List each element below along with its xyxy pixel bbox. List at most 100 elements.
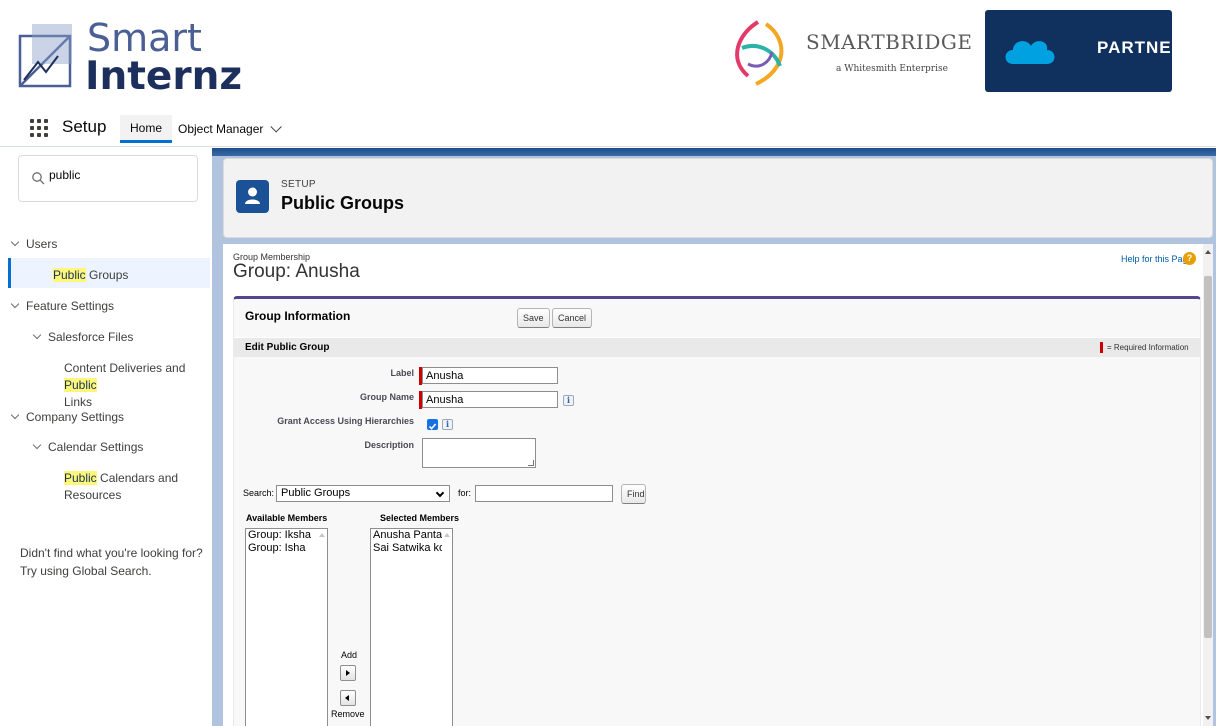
chevron-down-icon[interactable] bbox=[32, 330, 42, 340]
list-scrollbar[interactable] bbox=[442, 529, 452, 726]
chevron-down-icon[interactable] bbox=[10, 237, 20, 247]
member-type-selected: Public Groups bbox=[281, 487, 351, 499]
list-item[interactable]: Anusha Pantala bbox=[371, 529, 452, 542]
tree-item-content-deliveries[interactable]: Content Deliveries and Public Links bbox=[64, 360, 210, 411]
help-icon[interactable]: ? bbox=[1183, 252, 1196, 265]
hint-line: Try using Global Search. bbox=[20, 564, 152, 578]
tree-node-label: Calendar Settings bbox=[48, 440, 144, 454]
save-button[interactable]: Save bbox=[517, 308, 550, 328]
branding-header: Smart Internz SMARTBRIDGE a Whitesmith E… bbox=[0, 0, 1216, 108]
scroll-up-arrow-icon[interactable] bbox=[319, 533, 325, 537]
scroll-up-arrow-icon[interactable] bbox=[444, 533, 450, 537]
page-kicker: SETUP bbox=[281, 179, 316, 190]
group-name-input[interactable] bbox=[422, 391, 558, 408]
chevron-down-icon[interactable] bbox=[270, 121, 283, 133]
main-content: SETUP Public Groups Group Membership Gro… bbox=[212, 148, 1216, 726]
tree-node-company-settings[interactable]: Company Settings bbox=[10, 410, 125, 424]
tree-node-label: Feature Settings bbox=[26, 299, 115, 313]
member-type-select[interactable]: Public Groups bbox=[276, 485, 450, 502]
selected-members-heading: Selected Members bbox=[380, 513, 460, 523]
block-header: Group Information Save Cancel bbox=[234, 299, 1200, 333]
chevron-down-icon[interactable] bbox=[10, 410, 20, 420]
list-item[interactable]: Group: Isha bbox=[246, 542, 327, 555]
grant-access-caption: Grant Access Using Hierarchies bbox=[277, 416, 414, 426]
smartbridge-title: SMARTBRIDGE bbox=[806, 30, 973, 54]
tree-item-label: Content Deliveries and bbox=[64, 361, 186, 375]
global-search-hint: Didn't find what you're looking for? Try… bbox=[20, 544, 205, 580]
tab-object-manager-label: Object Manager bbox=[178, 122, 264, 136]
arrow-right-icon bbox=[346, 670, 350, 676]
for-label: for: bbox=[458, 488, 472, 498]
tab-home[interactable]: Home bbox=[120, 115, 172, 143]
scroll-down-arrow-icon[interactable] bbox=[1205, 716, 1211, 720]
search-highlight: Public bbox=[64, 378, 97, 392]
cloud-icon bbox=[1005, 41, 1055, 64]
partner-badge: PARTNER bbox=[985, 10, 1184, 92]
smartbridge-swirl-icon bbox=[735, 20, 784, 86]
tree-item-public-calendars[interactable]: Public Calendars and Resources bbox=[64, 470, 210, 504]
setup-sidebar: Users Public Groups Feature Settings Sal… bbox=[0, 148, 210, 726]
tree-item-label: Calendars and bbox=[96, 471, 179, 485]
help-link[interactable]: Help for this Page bbox=[1121, 254, 1193, 264]
smartinternz-logo-icon bbox=[18, 24, 72, 88]
tree-node-users[interactable]: Users bbox=[10, 237, 58, 251]
quick-find-input[interactable] bbox=[49, 168, 189, 182]
info-icon[interactable]: i bbox=[563, 395, 574, 406]
section-title: Edit Public Group bbox=[245, 342, 330, 353]
user-icon bbox=[236, 180, 269, 213]
description-textarea[interactable] bbox=[422, 438, 536, 468]
smartbridge-logo: SMARTBRIDGE a Whitesmith Enterprise bbox=[718, 8, 972, 98]
available-members-list[interactable]: Group: Iksha Group: Isha bbox=[245, 528, 328, 726]
tree-item-label: Resources bbox=[64, 488, 122, 502]
list-scrollbar[interactable] bbox=[317, 529, 327, 726]
selected-members-list[interactable]: Anusha Pantala Sai Satwika kolli bbox=[370, 528, 453, 726]
required-legend: = Required Information bbox=[1107, 343, 1189, 352]
tree-node-salesforce-files[interactable]: Salesforce Files bbox=[32, 330, 133, 344]
page-title: Public Groups bbox=[281, 193, 405, 213]
search-highlight: Public bbox=[64, 471, 97, 485]
remove-button[interactable] bbox=[340, 690, 356, 706]
search-label: Search: bbox=[243, 488, 275, 498]
section-header: Edit Public Group = Required Information bbox=[234, 337, 1200, 357]
scroll-up-arrow-icon[interactable] bbox=[1205, 250, 1211, 254]
resize-grip-icon[interactable] bbox=[528, 460, 534, 466]
smartbridge-subtitle: a Whitesmith Enterprise bbox=[836, 64, 948, 74]
tree-node-feature-settings[interactable]: Feature Settings bbox=[10, 299, 115, 313]
search-icon bbox=[32, 172, 45, 185]
tree-node-calendar-settings[interactable]: Calendar Settings bbox=[32, 440, 144, 454]
search-for-input[interactable] bbox=[475, 485, 613, 502]
group-information-block: Group Information Save Cancel Edit Publi… bbox=[233, 296, 1201, 726]
app-launcher-icon[interactable] bbox=[30, 119, 48, 137]
info-icon[interactable]: i bbox=[442, 419, 453, 430]
tree-item-label: Links bbox=[64, 395, 93, 409]
vertical-scrollbar[interactable] bbox=[1203, 244, 1213, 726]
label-field-caption: Label bbox=[390, 368, 414, 378]
classic-page-frame: Group Membership Group: Anusha Help for … bbox=[223, 244, 1213, 726]
list-item[interactable]: Group: Iksha bbox=[246, 529, 327, 542]
block-title: Group Information bbox=[245, 309, 351, 323]
description-caption: Description bbox=[364, 440, 414, 450]
logo-text-line2: Internz bbox=[85, 54, 243, 99]
tree-item-label: Groups bbox=[85, 268, 129, 282]
chevron-down-icon[interactable] bbox=[10, 299, 20, 309]
group-name-caption: Group Name bbox=[359, 392, 414, 402]
list-item[interactable]: Sai Satwika kolli bbox=[371, 542, 452, 555]
find-button[interactable]: Find bbox=[621, 484, 646, 504]
label-input[interactable] bbox=[422, 367, 558, 384]
grant-access-checkbox[interactable] bbox=[427, 419, 438, 430]
page-header: SETUP Public Groups bbox=[223, 158, 1213, 238]
tree-item-public-groups-label[interactable]: Public Groups bbox=[53, 268, 128, 282]
app-name: Setup bbox=[62, 117, 107, 136]
chevron-down-icon[interactable] bbox=[32, 440, 42, 450]
partner-badge-label: PARTNER bbox=[1097, 38, 1185, 57]
tree-node-label: Company Settings bbox=[26, 410, 125, 424]
setup-nav-bar: Setup Home Object Manager bbox=[0, 109, 1216, 147]
add-button[interactable] bbox=[340, 665, 356, 681]
group-title: Group: Anusha bbox=[233, 261, 360, 282]
tree-node-label: Users bbox=[26, 237, 58, 251]
scrollbar-thumb[interactable] bbox=[1204, 276, 1212, 638]
quick-find-box[interactable] bbox=[18, 155, 198, 202]
hint-line: Didn't find what you're looking for? bbox=[20, 546, 203, 560]
tab-object-manager[interactable]: Object Manager bbox=[178, 115, 283, 143]
cancel-button[interactable]: Cancel bbox=[552, 308, 593, 328]
